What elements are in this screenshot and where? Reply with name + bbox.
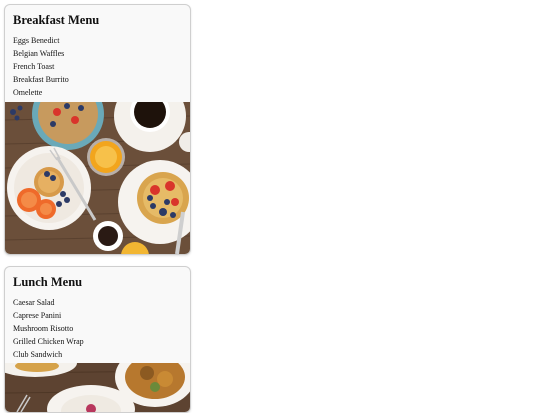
- lunch-menu-title: Lunch Menu: [13, 275, 83, 289]
- breakfast-menu-list: Eggs Benedict Belgian Waffles French Toa…: [5, 34, 190, 103]
- menu-item: Caesar Salad: [13, 298, 55, 307]
- menu-item: Belgian Waffles: [13, 49, 65, 58]
- menu-item: Grilled Chicken Wrap: [13, 337, 84, 346]
- menu-item: Caprese Panini: [13, 311, 62, 320]
- breakfast-menu-title: Breakfast Menu: [13, 13, 100, 27]
- breakfast-photo: [5, 102, 190, 254]
- breakfast-menu-card: Breakfast Menu Eggs Benedict Belgian Waf…: [4, 4, 191, 255]
- menu-item: Omelette: [13, 88, 43, 97]
- menu-item: Mushroom Risotto: [13, 324, 74, 333]
- lunch-menu-card: Lunch Menu Caesar Salad Caprese Panini M…: [4, 266, 191, 413]
- menu-item: Breakfast Burrito: [13, 75, 69, 84]
- menu-item: French Toast: [13, 62, 55, 71]
- menu-item: Club Sandwich: [13, 350, 63, 359]
- lunch-menu-list: Caesar Salad Caprese Panini Mushroom Ris…: [5, 296, 190, 365]
- menu-item: Eggs Benedict: [13, 36, 60, 45]
